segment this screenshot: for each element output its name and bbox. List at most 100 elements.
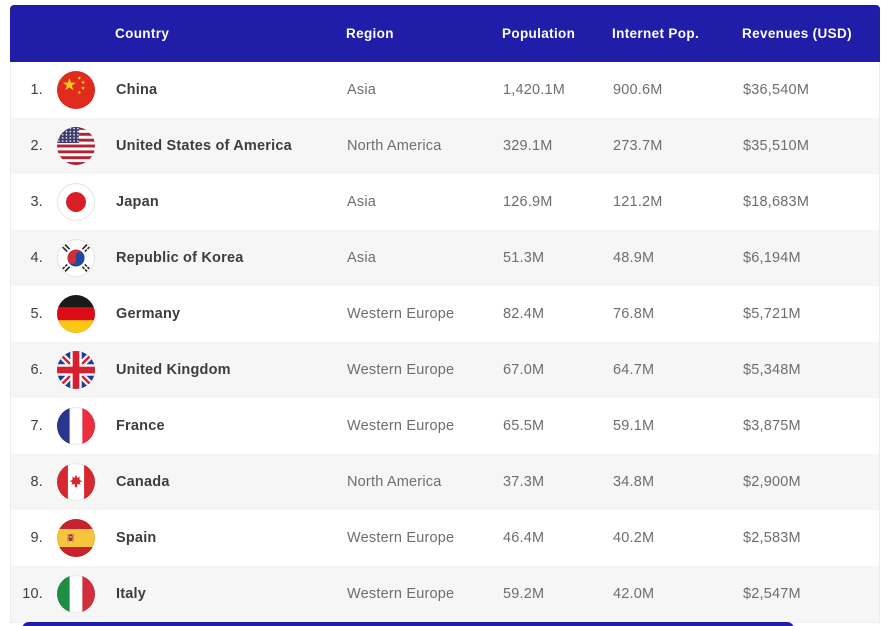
rank-label: 9.	[11, 530, 51, 546]
table-body: 1. China Asia 1,420.1M 900.6M $36,540M 2…	[10, 62, 880, 623]
table-row: 4. Republic of Korea Asia 51.3M 48.9M $6…	[11, 230, 879, 286]
internet-pop-value: 76.8M	[603, 306, 733, 322]
table-row: 9. Spain Western Europe 46.4M 40.2M $2,5…	[11, 510, 879, 566]
revenues-value: $6,194M	[733, 250, 881, 266]
population-value: 37.3M	[493, 474, 603, 490]
revenues-value: $3,875M	[733, 418, 881, 434]
flag-icon-canada	[57, 463, 95, 501]
header-cell-country: Country	[105, 26, 336, 41]
country-name: France	[106, 418, 337, 434]
population-value: 51.3M	[493, 250, 603, 266]
population-value: 46.4M	[493, 530, 603, 546]
header-cell-population: Population	[492, 26, 602, 41]
country-name: Canada	[106, 474, 337, 490]
country-name: Italy	[106, 586, 337, 602]
country-name: United Kingdom	[106, 362, 337, 378]
revenues-value: $18,683M	[733, 194, 881, 210]
flag-cell	[51, 575, 106, 613]
rank-label: 7.	[11, 418, 51, 434]
internet-pop-value: 48.9M	[603, 250, 733, 266]
population-value: 329.1M	[493, 138, 603, 154]
header-cell-region: Region	[336, 26, 492, 41]
country-name: United States of America	[106, 138, 337, 154]
flag-cell	[51, 351, 106, 389]
country-name: China	[106, 82, 337, 98]
flag-icon-japan	[57, 183, 95, 221]
revenues-value: $36,540M	[733, 82, 881, 98]
revenues-value: $5,721M	[733, 306, 881, 322]
internet-pop-value: 42.0M	[603, 586, 733, 602]
rank-label: 10.	[11, 586, 51, 602]
rank-label: 2.	[11, 138, 51, 154]
internet-pop-value: 64.7M	[603, 362, 733, 378]
flag-cell	[51, 71, 106, 109]
population-value: 65.5M	[493, 418, 603, 434]
region-value: Asia	[337, 250, 493, 266]
rank-label: 1.	[11, 82, 51, 98]
table-header: Country Region Population Internet Pop. …	[10, 5, 880, 62]
table-row: 6. United Kingdom Western Europe 67.0M 6…	[11, 342, 879, 398]
country-name: Germany	[106, 306, 337, 322]
region-value: Western Europe	[337, 306, 493, 322]
flag-cell	[51, 183, 106, 221]
flag-icon-spain	[57, 519, 95, 557]
countries-table: Country Region Population Internet Pop. …	[10, 5, 880, 623]
region-value: Western Europe	[337, 586, 493, 602]
country-name: Japan	[106, 194, 337, 210]
flag-cell	[51, 463, 106, 501]
revenues-value: $2,900M	[733, 474, 881, 490]
table-row: 2. United States of America North Americ…	[11, 118, 879, 174]
flag-icon-usa	[57, 127, 95, 165]
region-value: Western Europe	[337, 530, 493, 546]
internet-pop-value: 273.7M	[603, 138, 733, 154]
table-row: 10. Italy Western Europe 59.2M 42.0M $2,…	[11, 566, 879, 622]
country-name: Republic of Korea	[106, 250, 337, 266]
population-value: 126.9M	[493, 194, 603, 210]
table-row: 1. China Asia 1,420.1M 900.6M $36,540M	[11, 62, 879, 118]
region-value: Asia	[337, 194, 493, 210]
flag-cell	[51, 407, 106, 445]
internet-pop-value: 34.8M	[603, 474, 733, 490]
header-cell-internet-pop: Internet Pop.	[602, 26, 732, 41]
revenues-value: $2,583M	[733, 530, 881, 546]
next-section-header-partial	[22, 622, 794, 626]
flag-icon-china	[57, 71, 95, 109]
rank-label: 5.	[11, 306, 51, 322]
region-value: North America	[337, 138, 493, 154]
region-value: Asia	[337, 82, 493, 98]
flag-icon-germany	[57, 295, 95, 333]
rank-label: 6.	[11, 362, 51, 378]
flag-icon-france	[57, 407, 95, 445]
internet-pop-value: 900.6M	[603, 82, 733, 98]
flag-icon-italy	[57, 575, 95, 613]
country-name: Spain	[106, 530, 337, 546]
flag-cell	[51, 519, 106, 557]
population-value: 82.4M	[493, 306, 603, 322]
table-row: 5. Germany Western Europe 82.4M 76.8M $5…	[11, 286, 879, 342]
internet-pop-value: 121.2M	[603, 194, 733, 210]
flag-cell	[51, 239, 106, 277]
rank-label: 4.	[11, 250, 51, 266]
header-cell-revenues: Revenues (USD)	[732, 26, 880, 41]
flag-cell	[51, 127, 106, 165]
flag-icon-korea	[57, 239, 95, 277]
rank-label: 3.	[11, 194, 51, 210]
flag-cell	[51, 295, 106, 333]
internet-pop-value: 40.2M	[603, 530, 733, 546]
population-value: 67.0M	[493, 362, 603, 378]
revenues-value: $2,547M	[733, 586, 881, 602]
population-value: 1,420.1M	[493, 82, 603, 98]
region-value: North America	[337, 474, 493, 490]
region-value: Western Europe	[337, 418, 493, 434]
region-value: Western Europe	[337, 362, 493, 378]
revenues-value: $35,510M	[733, 138, 881, 154]
population-value: 59.2M	[493, 586, 603, 602]
rank-label: 8.	[11, 474, 51, 490]
page-root: Country Region Population Internet Pop. …	[0, 0, 890, 626]
revenues-value: $5,348M	[733, 362, 881, 378]
flag-icon-uk	[57, 351, 95, 389]
internet-pop-value: 59.1M	[603, 418, 733, 434]
table-row: 7. France Western Europe 65.5M 59.1M $3,…	[11, 398, 879, 454]
table-row: 8. Canada North America 37.3M 34.8M $2,9…	[11, 454, 879, 510]
table-row: 3. Japan Asia 126.9M 121.2M $18,683M	[11, 174, 879, 230]
